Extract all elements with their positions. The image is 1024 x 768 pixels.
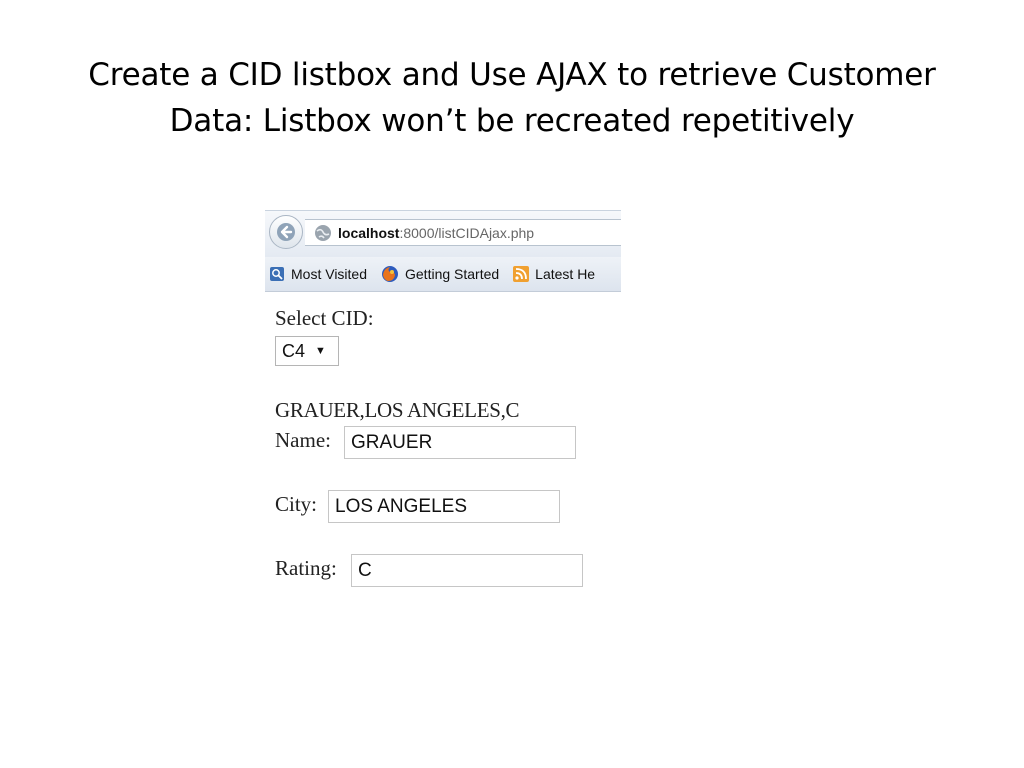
name-field-value: GRAUER: [351, 431, 433, 453]
city-label: City:: [275, 492, 318, 516]
city-field[interactable]: LOS ANGELES: [328, 490, 560, 523]
bookmark-most-visited[interactable]: Most Visited: [269, 266, 367, 282]
rss-icon: [513, 266, 530, 282]
cid-select-value: C4: [282, 340, 306, 361]
url-path: :8000/listCIDAjax.php: [399, 224, 535, 241]
bookmark-label: Latest He: [535, 266, 596, 282]
slide-title-line-2: Data: Listbox won’t be recreated repetit…: [169, 103, 855, 139]
cid-select[interactable]: C4 ▼: [275, 336, 339, 366]
bookmark-label: Most Visited: [291, 266, 367, 282]
rating-field-value: C: [358, 559, 372, 581]
bookmark-latest-headlines[interactable]: Latest He: [513, 266, 595, 282]
url-host: localhost: [338, 224, 400, 241]
select-cid-label: Select CID:: [275, 306, 374, 330]
slide-title-line-1: Create a CID listbox and Use AJAX to ret…: [88, 57, 936, 93]
chevron-down-icon: ▼: [315, 345, 326, 357]
slide-title: Create a CID listbox and Use AJAX to ret…: [40, 52, 984, 144]
globe-icon: [315, 224, 331, 241]
rating-field[interactable]: C: [351, 554, 583, 587]
firefox-icon: [382, 266, 398, 282]
name-field[interactable]: GRAUER: [344, 426, 576, 459]
back-button[interactable]: [269, 215, 303, 249]
back-arrow-icon: [277, 223, 295, 241]
navigation-bar: localhost:8000/listCIDAjax.php: [265, 210, 621, 257]
bookmark-page-icon: [270, 267, 284, 281]
address-bar[interactable]: localhost:8000/listCIDAjax.php: [305, 219, 621, 246]
name-label: Name:: [275, 428, 331, 452]
browser-screenshot: localhost:8000/listCIDAjax.php Most Visi…: [265, 210, 621, 590]
bookmarks-toolbar: Most Visited Getting Started Latest He: [265, 257, 621, 292]
bookmark-getting-started[interactable]: Getting Started: [381, 265, 499, 283]
rating-label: Rating:: [275, 556, 337, 580]
bookmark-label: Getting Started: [405, 266, 500, 282]
ajax-result-text: GRAUER,LOS ANGELES,C: [275, 398, 520, 422]
city-field-value: LOS ANGELES: [335, 495, 468, 517]
